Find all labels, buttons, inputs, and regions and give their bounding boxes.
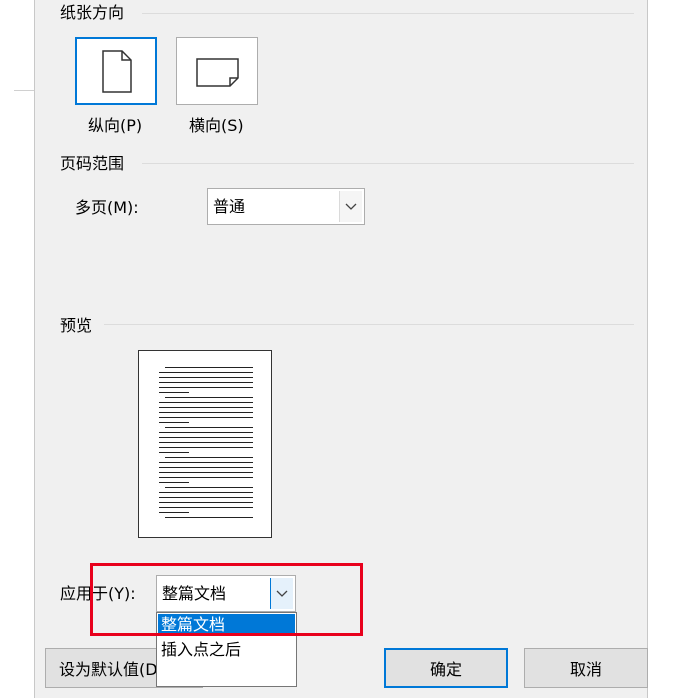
preview-line — [159, 372, 253, 373]
portrait-label[interactable]: 纵向(P) — [88, 116, 142, 136]
landscape-button[interactable] — [176, 37, 258, 105]
preview-line — [165, 427, 253, 428]
multiple-pages-label: 多页(M): — [75, 198, 139, 217]
preview-line — [159, 377, 253, 378]
preview-line — [159, 452, 189, 453]
preview-line — [159, 407, 253, 408]
preview-line — [159, 507, 253, 508]
preview-line — [165, 457, 253, 458]
preview-line — [159, 387, 253, 388]
page-range-separator — [142, 163, 634, 164]
preview-line — [165, 367, 253, 368]
preview-line — [159, 477, 253, 478]
page-range-heading: 页码范围 — [60, 154, 125, 173]
preview-separator — [104, 324, 634, 325]
preview-line — [159, 437, 253, 438]
set-default-label: 设为默认值(D) — [59, 660, 164, 679]
portrait-page-icon — [102, 50, 132, 93]
landscape-page-icon — [196, 58, 239, 87]
preview-line — [165, 487, 253, 488]
preview-line — [159, 392, 189, 393]
orientation-separator — [142, 13, 634, 14]
cancel-label: 取消 — [569, 660, 602, 679]
orientation-heading: 纸张方向 — [60, 3, 125, 22]
multiple-pages-select[interactable]: 普通 — [207, 188, 365, 225]
preview-line — [159, 402, 253, 403]
preview-line — [165, 397, 253, 398]
preview-line — [159, 412, 253, 413]
dropdown-option-after-insertion-point[interactable]: 插入点之后 — [158, 639, 295, 661]
preview-line — [159, 467, 253, 468]
preview-line — [159, 497, 253, 498]
background-divider — [14, 90, 34, 91]
preview-heading: 预览 — [60, 316, 93, 335]
preview-line — [159, 482, 189, 483]
preview-line — [159, 422, 189, 423]
preview-line — [159, 382, 253, 383]
preview-line — [159, 442, 253, 443]
preview-line — [159, 432, 253, 433]
ok-button[interactable]: 确定 — [384, 648, 508, 688]
portrait-button[interactable] — [75, 37, 157, 105]
preview-page — [138, 350, 272, 538]
landscape-label[interactable]: 横向(S) — [189, 116, 244, 136]
preview-line — [159, 462, 253, 463]
preview-line — [159, 417, 253, 418]
multiple-pages-value: 普通 — [213, 197, 246, 216]
preview-line — [159, 512, 189, 513]
preview-line — [159, 472, 253, 473]
preview-line — [159, 447, 253, 448]
cancel-button[interactable]: 取消 — [524, 648, 648, 688]
preview-line — [165, 517, 253, 518]
chevron-down-icon[interactable] — [339, 191, 362, 222]
preview-line — [159, 502, 253, 503]
ok-label: 确定 — [429, 660, 462, 679]
preview-line — [159, 492, 253, 493]
highlight-annotation — [90, 563, 363, 636]
